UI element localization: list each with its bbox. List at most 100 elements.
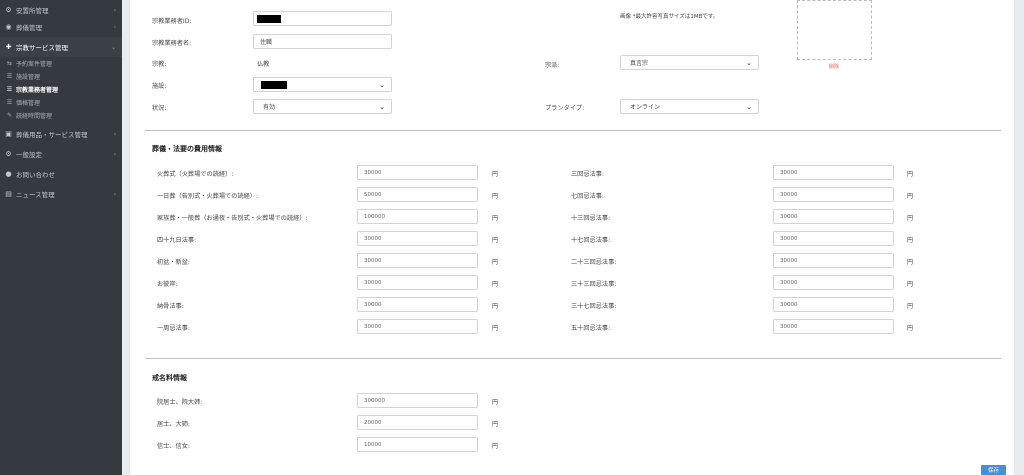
worker-id-input[interactable] xyxy=(253,11,392,26)
save-button[interactable]: 保存 xyxy=(981,465,1006,475)
fee-right-row-input[interactable]: 30000 xyxy=(773,209,894,224)
sidebar-subitem-sutra-times[interactable]: ✎ 読経時間管理 xyxy=(0,109,122,122)
fee-right-row-value: 30000 xyxy=(780,235,798,242)
fee-left-row-label: 初盆・新盆: xyxy=(157,259,191,266)
kaimyo-row-input[interactable]: 20000 xyxy=(357,415,478,430)
fee-left-row-value: 30000 xyxy=(364,279,382,286)
sect-select[interactable]: 真言宗 ⌄ xyxy=(620,55,759,70)
exchange-icon: ⇆ xyxy=(6,60,13,67)
sidebar-item-contact[interactable]: ● お問い合わせ xyxy=(0,164,122,184)
fee-right-row-input[interactable]: 30000 xyxy=(773,319,894,334)
fee-left-row-input[interactable]: 50000 xyxy=(357,187,478,202)
fee-left-row-input[interactable]: 100000 xyxy=(357,209,478,224)
fee-left-row-input[interactable]: 30000 xyxy=(357,253,478,268)
list-icon: ☰ xyxy=(6,86,13,93)
divider xyxy=(145,130,1001,131)
sidebar-item-funeral[interactable]: ◉ 葬儀管理 ‹ xyxy=(0,17,122,37)
fee-left-row-input[interactable]: 30000 xyxy=(357,275,478,290)
sidebar-item-funeral-goods[interactable]: ▣ 葬儀用品・サービス管理 ‹ xyxy=(0,124,122,144)
fee-left-row-currency: 円 xyxy=(492,171,499,178)
sidebar-subitem-prices[interactable]: ☰ 価格管理 xyxy=(0,96,122,109)
sidebar-item-label: お問い合わせ xyxy=(16,171,55,179)
facility-select[interactable]: ⌄ xyxy=(253,77,392,92)
fee-left-row-value: 50000 xyxy=(364,191,382,198)
photo-delete-link[interactable]: 削除 xyxy=(829,63,839,70)
kaimyo-row-input[interactable]: 10000 xyxy=(357,437,478,452)
fee-left-row-value: 30000 xyxy=(364,257,382,264)
fee-left-row-currency: 円 xyxy=(492,325,499,332)
kaimyo-row-label: 居士、大姉: xyxy=(157,421,191,428)
plan-type-select[interactable]: オンライン ⌄ xyxy=(620,99,759,114)
kaimyo-row-value: 20000 xyxy=(364,419,382,426)
fee-left-row-input[interactable]: 30000 xyxy=(357,319,478,334)
fee-left-row-currency: 円 xyxy=(492,237,499,244)
fee-right-row-label: 十七回忌法事: xyxy=(571,237,611,244)
fee-left-row-input[interactable]: 30000 xyxy=(357,165,478,180)
fee-right-row-input[interactable]: 30000 xyxy=(773,231,894,246)
sidebar-subitem-reservations[interactable]: ⇆ 予約案件管理 xyxy=(0,57,122,70)
news-icon: ▤ xyxy=(5,189,12,198)
fee-right-row-input[interactable]: 30000 xyxy=(773,253,894,268)
fee-right-row-label: 三回忌法事: xyxy=(571,171,605,178)
circle-icon: ◉ xyxy=(5,22,12,31)
kaimyo-row-label: 院居士、院大姉: xyxy=(157,399,203,406)
sidebar-subitem-label: 予約案件管理 xyxy=(16,61,53,68)
religion-label: 宗教: xyxy=(152,61,167,68)
sidebar-item-label: 安置所管理 xyxy=(16,7,49,15)
sidebar-item-label: ニュース管理 xyxy=(16,191,55,199)
fee-right-row-label: 十三回忌法事: xyxy=(571,215,611,222)
fee-right-row-value: 30000 xyxy=(780,279,798,286)
fee-right-row-input[interactable]: 30000 xyxy=(773,165,894,180)
fee-right-row-value: 30000 xyxy=(780,323,798,330)
worker-name-input[interactable]: 住職 xyxy=(253,34,392,49)
sect-label: 宗派: xyxy=(545,62,560,69)
fee-left-row-label: 一周忌法事: xyxy=(157,325,191,332)
fee-right-row-currency: 円 xyxy=(907,193,914,200)
sidebar-item-label: 一般設定 xyxy=(16,151,42,159)
kaimyo-row-input[interactable]: 300000 xyxy=(357,393,478,408)
fee-left-row-label: お彼岸: xyxy=(157,281,178,288)
gear-icon: ⚙ xyxy=(5,5,12,14)
sect-select-value: 真言宗 xyxy=(630,60,649,67)
fee-right-row-currency: 円 xyxy=(907,303,914,310)
status-select-value: 有効 xyxy=(263,104,276,111)
divider xyxy=(145,358,1001,359)
worker-id-label: 宗教業務者ID: xyxy=(152,18,192,25)
plan-type-label: プランタイプ: xyxy=(545,105,585,112)
kaimyo-row-value: 300000 xyxy=(364,397,385,404)
fees-section-title: 葬儀・法要の費用情報 xyxy=(152,145,222,153)
chevron-down-icon: ⌄ xyxy=(746,59,752,67)
sidebar-subitem-label: 価格管理 xyxy=(16,100,41,107)
status-select[interactable]: 有効 ⌄ xyxy=(253,99,392,114)
fee-right-row-value: 30000 xyxy=(780,257,798,264)
redacted-block xyxy=(257,15,281,23)
fee-right-row-currency: 円 xyxy=(907,281,914,288)
fee-right-row-input[interactable]: 30000 xyxy=(773,187,894,202)
fee-left-row-input[interactable]: 30000 xyxy=(357,231,478,246)
fee-right-row-value: 30000 xyxy=(780,213,798,220)
sidebar-item-general-settings[interactable]: ⚙ 一般設定 ‹ xyxy=(0,144,122,164)
fee-left-row-currency: 円 xyxy=(492,303,499,310)
fee-left-row-label: 火葬式（火葬場での読経）: xyxy=(157,171,234,178)
fee-right-row-label: 五十回忌法事: xyxy=(571,325,611,332)
fee-right-row-currency: 円 xyxy=(907,237,914,244)
sidebar-item-religious-service[interactable]: ✚ 宗教サービス管理 ⌄ xyxy=(0,37,122,57)
photo-upload-area[interactable] xyxy=(797,0,872,60)
chevron-left-icon: ‹ xyxy=(113,190,116,198)
sidebar-item-label: 葬儀管理 xyxy=(16,24,42,32)
worker-name-label: 宗教業務者名: xyxy=(152,40,192,47)
kaimyo-row-currency: 円 xyxy=(492,421,499,428)
kaimyo-section-title: 戒名料情報 xyxy=(152,374,187,382)
chevron-left-icon: ‹ xyxy=(113,6,116,14)
photo-size-note: 画像 *最大許容写真サイズは1MBです。 xyxy=(620,14,719,20)
sidebar-item-news[interactable]: ▤ ニュース管理 ‹ xyxy=(0,184,122,204)
fee-right-row-label: 七回忌法事: xyxy=(571,193,605,200)
sidebar-subitem-facilities[interactable]: ☰ 施設管理 xyxy=(0,70,122,83)
fee-left-row-input[interactable]: 30000 xyxy=(357,297,478,312)
sidebar-subitem-religious-workers[interactable]: ☰ 宗教業務者管理 xyxy=(0,83,122,96)
redacted-block xyxy=(261,81,287,89)
worker-name-value: 住職 xyxy=(260,39,273,46)
fee-right-row-input[interactable]: 30000 xyxy=(773,275,894,290)
fee-right-row-input[interactable]: 30000 xyxy=(773,297,894,312)
fee-right-row-value: 30000 xyxy=(780,169,798,176)
